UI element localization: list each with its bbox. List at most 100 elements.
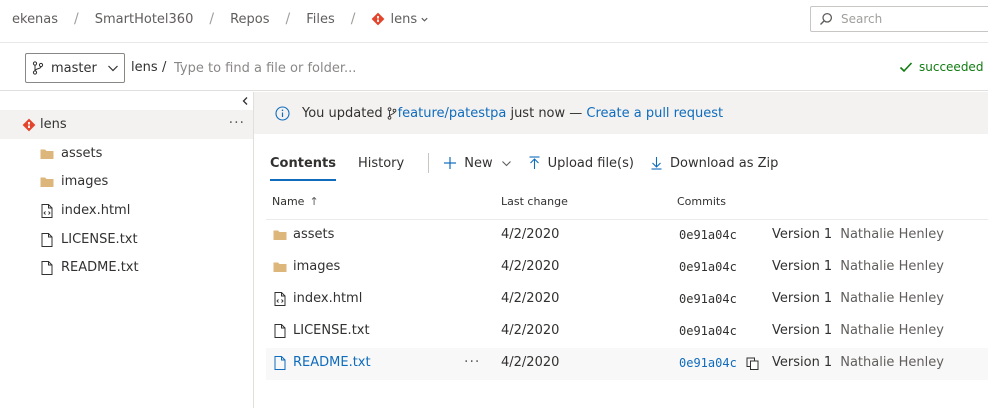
tree-item-label: images [61,174,109,189]
plus-icon [444,157,457,169]
row-commit-id[interactable]: 0e91a04c [679,324,737,338]
file-icon [272,323,288,338]
download-icon [651,157,662,170]
row-date: 4/2/2020 [501,323,560,338]
tree-item-readme[interactable]: README.txt [0,253,253,282]
folder-icon [272,229,288,241]
collapse-sidebar-button[interactable] [238,94,252,108]
code-file-icon [272,291,288,306]
search-icon [819,12,833,26]
path-root-link[interactable]: lens [131,60,158,75]
row-name[interactable]: index.html [293,291,362,306]
breadcrumb-organization[interactable]: ekenas [12,12,58,27]
row-date: 4/2/2020 [501,355,560,370]
tree-item-label: README.txt [61,260,139,275]
info-icon [275,105,290,121]
upload-icon [529,156,540,169]
folder-icon [39,148,55,160]
breadcrumb-separator: / [350,11,356,27]
file-tree: lens ··· assets images index.html LICENS… [0,92,254,408]
more-options-button[interactable]: ··· [229,115,245,131]
tree-item-assets[interactable]: assets [0,139,253,168]
table-row[interactable]: index.html 4/2/2020 0e91a04c Version 1 N… [266,284,988,316]
path-separator: / [162,60,167,75]
row-date: 4/2/2020 [501,227,560,242]
table-row[interactable]: images 4/2/2020 0e91a04c Version 1 Natha… [266,252,988,284]
tab-history[interactable]: History [358,148,404,178]
divider [428,153,430,173]
tree-item-index-html[interactable]: index.html [0,196,253,225]
column-last-change[interactable]: Last change [501,195,568,208]
row-name[interactable]: README.txt [293,355,371,370]
sort-ascending-icon: ↑ [309,195,319,208]
row-commit-message: Version 1 [772,323,833,338]
row-commit-cell: 0e91a04c [679,356,759,370]
row-name-cell[interactable]: images [272,259,340,274]
code-file-icon [39,203,55,218]
row-commit-info: Version 1 Nathalie Henley [772,355,944,370]
row-name-cell[interactable]: index.html [272,291,362,306]
tree-item-images[interactable]: images [0,167,253,196]
row-commit-message: Version 1 [772,227,833,242]
build-status-label: succeeded [919,60,984,74]
git-repo-icon [371,12,385,26]
build-status[interactable]: succeeded [899,60,983,74]
table-row[interactable]: LICENSE.txt 4/2/2020 0e91a04c Version 1 … [266,316,988,348]
table-row[interactable]: README.txt ··· 4/2/2020 0e91a04c Version… [266,348,988,380]
breadcrumb-project[interactable]: SmartHotel360 [95,12,194,27]
row-commit-message: Version 1 [772,259,833,274]
row-author: Nathalie Henley [840,259,944,274]
top-header: ekenas / SmartHotel360 / Repos / Files /… [0,0,988,43]
row-name-cell[interactable]: assets [272,227,334,242]
column-commits[interactable]: Commits [677,195,726,208]
download-zip-button[interactable]: Download as Zip [650,156,778,171]
row-commit-id[interactable]: 0e91a04c [679,356,737,370]
row-commit-id[interactable]: 0e91a04c [679,260,737,274]
row-commit-info: Version 1 Nathalie Henley [772,227,944,242]
branch-selector[interactable]: master [25,53,125,83]
search-input[interactable] [841,12,988,26]
search-box[interactable] [810,6,988,32]
table-row[interactable]: assets 4/2/2020 0e91a04c Version 1 Natha… [266,220,988,252]
row-author: Nathalie Henley [840,355,944,370]
row-name-cell[interactable]: LICENSE.txt [272,323,370,338]
row-name[interactable]: assets [293,227,334,242]
tree-item-license[interactable]: LICENSE.txt [0,225,253,254]
branch-name: master [51,60,97,76]
row-date: 4/2/2020 [501,259,560,274]
new-button[interactable]: New [443,156,511,171]
column-name[interactable]: Name ↑ [272,195,319,208]
banner-branch-link[interactable]: feature/patestpa [387,106,506,121]
create-pull-request-link[interactable]: Create a pull request [586,106,723,121]
breadcrumb-separator: / [209,11,215,27]
row-name[interactable]: images [293,259,340,274]
breadcrumb-separator: / [74,11,79,27]
content-tabs: Contents History New Upload file(s) Down… [270,146,794,181]
row-commit-message: Version 1 [772,355,833,370]
row-author: Nathalie Henley [840,291,944,306]
breadcrumb-files[interactable]: Files [306,12,335,27]
row-commit-info: Version 1 Nathalie Henley [772,259,944,274]
chevron-left-icon [242,97,248,105]
row-commit-message: Version 1 [772,291,833,306]
upload-files-button[interactable]: Upload file(s) [528,156,634,171]
banner-middle: just now — [506,105,587,121]
row-name[interactable]: LICENSE.txt [293,323,370,338]
row-name-cell[interactable]: README.txt [272,355,371,370]
copy-icon[interactable] [746,357,759,370]
row-commit-id[interactable]: 0e91a04c [679,292,737,306]
update-banner: You updated feature/patestpa just now — … [254,92,988,134]
new-button-label: New [464,155,493,171]
breadcrumb-repos[interactable]: Repos [230,12,269,27]
path-filter-input[interactable] [174,57,474,79]
breadcrumb-separator: / [285,11,291,27]
repo-selector[interactable]: lens [371,12,429,27]
file-table-header: Name ↑ Last change Commits [266,190,988,220]
path-toolbar: master lens / succeeded [0,43,988,91]
row-commit-id[interactable]: 0e91a04c [679,228,737,242]
folder-icon [272,261,288,273]
tab-contents[interactable]: Contents [270,148,336,181]
more-options-button[interactable]: ··· [464,354,480,370]
tree-item-label: index.html [61,203,131,218]
tree-item-root[interactable]: lens ··· [0,110,253,139]
